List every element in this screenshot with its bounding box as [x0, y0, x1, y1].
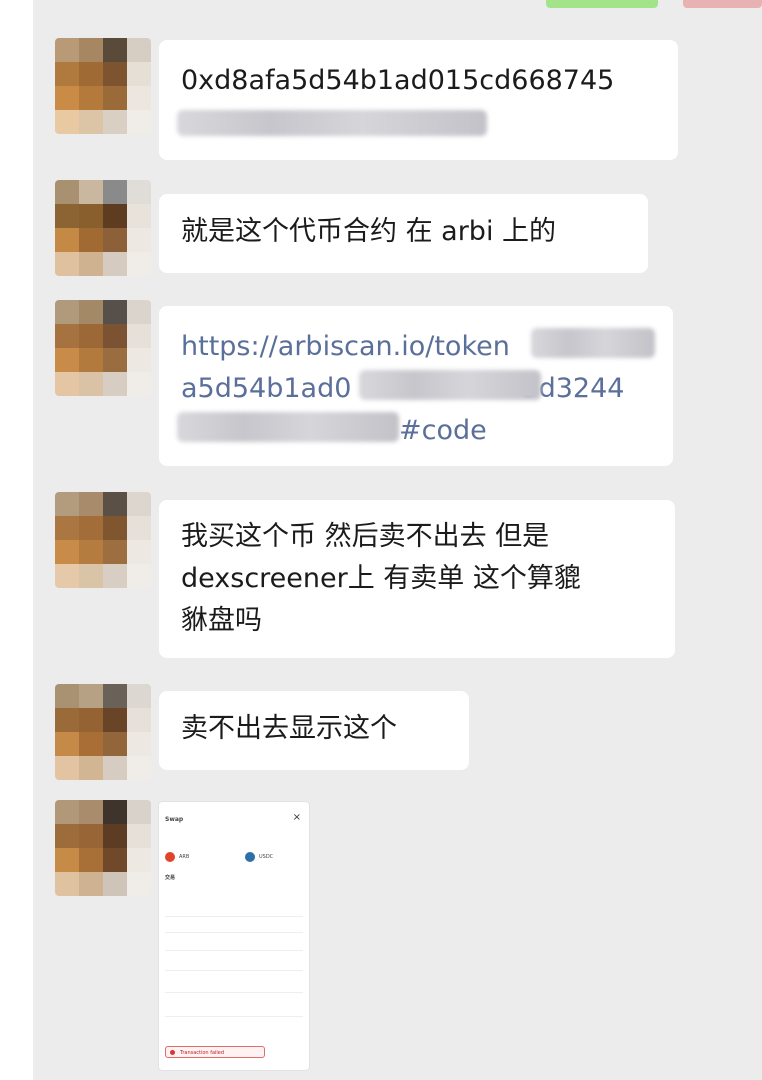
section-label: 交易	[165, 875, 176, 881]
chat-panel: 0xd8afa5d54b1ad015cd668745 就是这个代币合约 在 ar…	[33, 0, 762, 1080]
avatar[interactable]	[55, 800, 151, 896]
image-attachment[interactable]: Swap × ARB USDC 交易 Transaction failed	[159, 802, 309, 1070]
message-text: 貅盘吗	[181, 605, 262, 636]
detail-row	[165, 962, 303, 971]
link-text[interactable]: #code	[399, 415, 487, 446]
token-icon	[245, 852, 255, 862]
message-text: 0xd8afa5d54b1ad015cd668745	[181, 65, 615, 96]
message-bubble[interactable]: 就是这个代币合约 在 arbi 上的	[159, 194, 648, 273]
send-button[interactable]	[546, 0, 658, 8]
message-text: dexscreener上 有卖单 这个算貔	[181, 563, 581, 594]
avatar[interactable]	[55, 492, 151, 588]
avatar[interactable]	[55, 180, 151, 276]
message-bubble[interactable]: 卖不出去显示这个	[159, 691, 469, 770]
redacted-text	[531, 328, 655, 358]
avatar[interactable]	[55, 38, 151, 134]
message-bubble[interactable]: 我买这个币 然后卖不出去 但是 dexscreener上 有卖单 这个算貔 貅盘…	[159, 500, 675, 658]
redacted-text	[359, 370, 541, 400]
action-button[interactable]	[683, 0, 762, 8]
detail-row	[165, 984, 303, 993]
token-icon	[165, 852, 175, 862]
detail-row	[165, 942, 303, 951]
token-to: USDC	[259, 854, 274, 860]
error-alert: Transaction failed	[165, 1046, 265, 1058]
detail-row	[165, 924, 303, 933]
detail-row	[165, 908, 303, 917]
detail-row	[165, 1008, 303, 1017]
redacted-text	[177, 412, 399, 442]
message-bubble[interactable]: 0xd8afa5d54b1ad015cd668745	[159, 40, 678, 160]
avatar[interactable]	[55, 684, 151, 780]
close-icon: ×	[292, 812, 301, 823]
link-text[interactable]: a5d54b1ad0	[181, 373, 351, 404]
link-text[interactable]: https://arbiscan.io/token	[181, 331, 510, 362]
message-text: 就是这个代币合约 在 arbi 上的	[181, 216, 557, 247]
redacted-text	[177, 110, 487, 136]
message-text: 我买这个币 然后卖不出去 但是	[181, 521, 550, 552]
thumb-title: Swap	[165, 816, 184, 823]
message-text: 卖不出去显示这个	[181, 713, 397, 744]
token-from: ARB	[179, 854, 190, 860]
message-bubble[interactable]: https://arbiscan.io/token a5d54b1ad0 5d32…	[159, 306, 673, 466]
avatar[interactable]	[55, 300, 151, 396]
